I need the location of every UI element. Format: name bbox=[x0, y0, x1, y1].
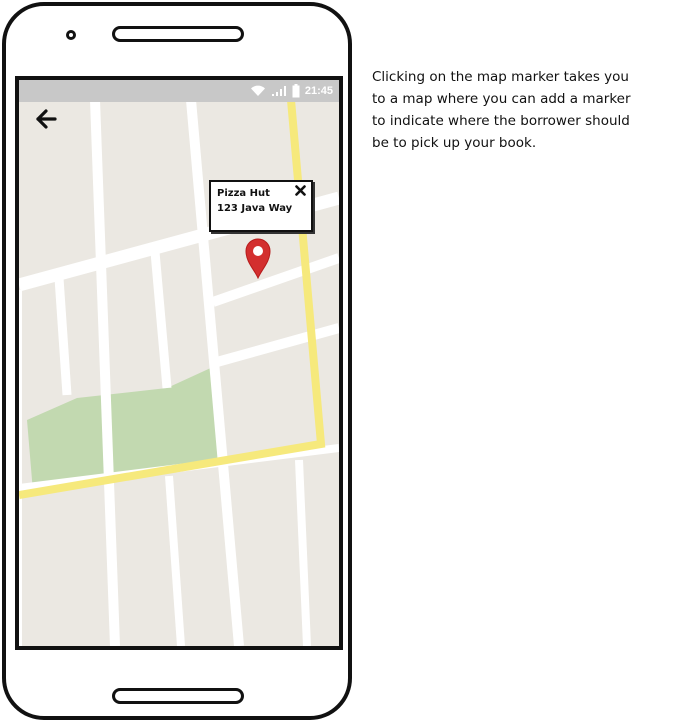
annotation-note: Clicking on the map marker takes you to … bbox=[372, 69, 631, 151]
wifi-icon bbox=[250, 84, 266, 98]
signal-icon bbox=[271, 84, 287, 98]
location-name: Pizza Hut bbox=[217, 188, 270, 199]
home-button[interactable] bbox=[112, 688, 244, 704]
phone-screen: 21:45 Pizza Hut 123 Java Way bbox=[15, 76, 343, 650]
arrow-left-icon bbox=[36, 109, 57, 129]
camera-icon bbox=[66, 30, 76, 40]
close-icon[interactable] bbox=[294, 184, 306, 196]
map-marker-icon[interactable] bbox=[243, 237, 273, 280]
phone-frame: 21:45 Pizza Hut 123 Java Way bbox=[0, 0, 356, 724]
status-bar: 21:45 bbox=[19, 80, 339, 102]
location-info-popup: Pizza Hut 123 Java Way bbox=[209, 180, 313, 232]
speaker-grille bbox=[112, 26, 244, 42]
status-time: 21:45 bbox=[304, 85, 333, 97]
wireframe-canvas: 21:45 Pizza Hut 123 Java Way Clicking on… bbox=[0, 0, 682, 725]
location-address: 123 Java Way bbox=[217, 203, 293, 214]
back-button[interactable] bbox=[33, 106, 59, 132]
battery-icon bbox=[292, 84, 300, 98]
map-view[interactable] bbox=[19, 80, 339, 646]
